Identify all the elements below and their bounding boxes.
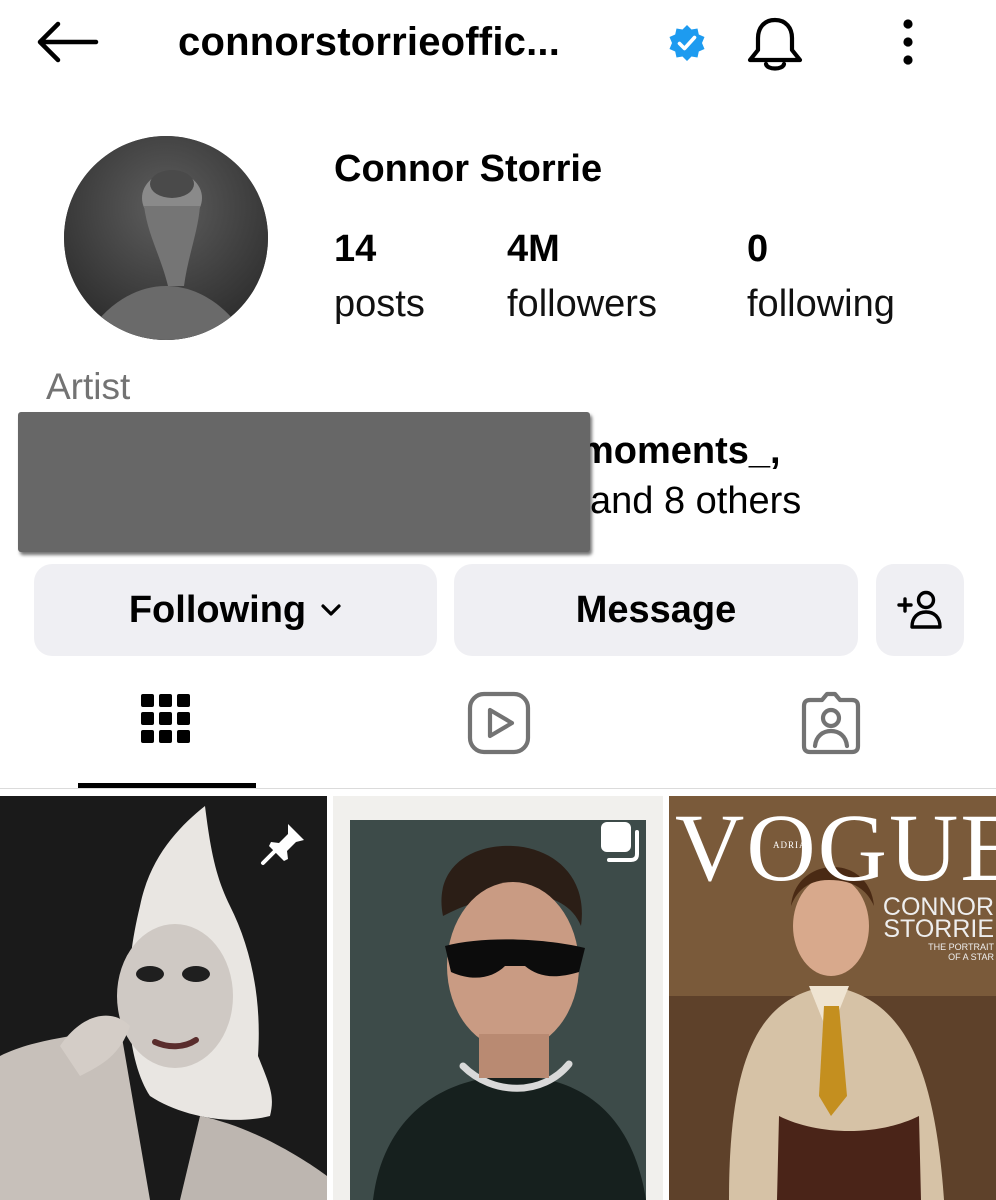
stat-posts-value: 14 bbox=[334, 228, 377, 270]
arrow-left-icon[interactable] bbox=[30, 14, 102, 70]
post-tile[interactable] bbox=[333, 796, 663, 1200]
magazine-sub: ADRIA bbox=[773, 840, 807, 850]
chevron-down-icon bbox=[321, 604, 341, 616]
stat-followers[interactable]: 4M followers bbox=[507, 228, 657, 326]
post-tile[interactable]: VOGUE ADRIA CONNOR STORRIE THE PORTRAIT … bbox=[669, 796, 996, 1200]
cover-line2: STORRIE bbox=[883, 915, 994, 943]
mutual-followers-line1[interactable]: moments_, bbox=[580, 430, 781, 473]
avatar[interactable] bbox=[64, 136, 268, 340]
verified-badge-icon bbox=[669, 25, 705, 61]
cover-tagline1: THE PORTRAIT bbox=[928, 942, 994, 952]
stat-followers-value: 4M bbox=[507, 228, 560, 270]
stat-following-label: following bbox=[747, 283, 895, 325]
stat-followers-label: followers bbox=[507, 283, 657, 325]
mutual-followers-line2[interactable]: and 8 others bbox=[590, 480, 801, 523]
magazine-masthead: VOGUE bbox=[675, 796, 996, 901]
following-button-label: Following bbox=[128, 588, 307, 631]
display-name: Connor Storrie bbox=[334, 148, 603, 190]
category-label: Artist bbox=[46, 366, 131, 407]
carousel-icon bbox=[601, 822, 639, 862]
message-button[interactable]: Message bbox=[454, 564, 858, 656]
stat-posts-label: posts bbox=[334, 283, 425, 325]
stat-following-value: 0 bbox=[747, 228, 769, 270]
reels-icon[interactable] bbox=[464, 688, 534, 758]
more-vertical-icon[interactable] bbox=[888, 12, 928, 76]
add-friend-button[interactable] bbox=[876, 564, 964, 656]
add-person-icon bbox=[897, 590, 942, 629]
stat-posts[interactable]: 14 posts bbox=[334, 228, 425, 326]
pin-icon bbox=[261, 824, 304, 865]
message-button-label: Message bbox=[575, 588, 737, 631]
redaction-block bbox=[18, 412, 590, 552]
grid-icon[interactable] bbox=[130, 688, 200, 758]
tagged-person-icon[interactable] bbox=[796, 688, 866, 758]
post-tile[interactable] bbox=[0, 796, 327, 1200]
bell-icon[interactable] bbox=[744, 14, 806, 74]
profile-handle: connorstorrieoffic... bbox=[178, 20, 561, 64]
cover-tagline2: OF A STAR bbox=[948, 952, 994, 962]
magazine-cover-text: CONNOR STORRIE THE PORTRAIT OF A STAR bbox=[883, 895, 994, 963]
avatar-photo bbox=[64, 136, 268, 340]
following-button[interactable]: Following bbox=[34, 564, 437, 656]
tab-divider bbox=[0, 788, 996, 789]
stat-following[interactable]: 0 following bbox=[747, 228, 895, 326]
